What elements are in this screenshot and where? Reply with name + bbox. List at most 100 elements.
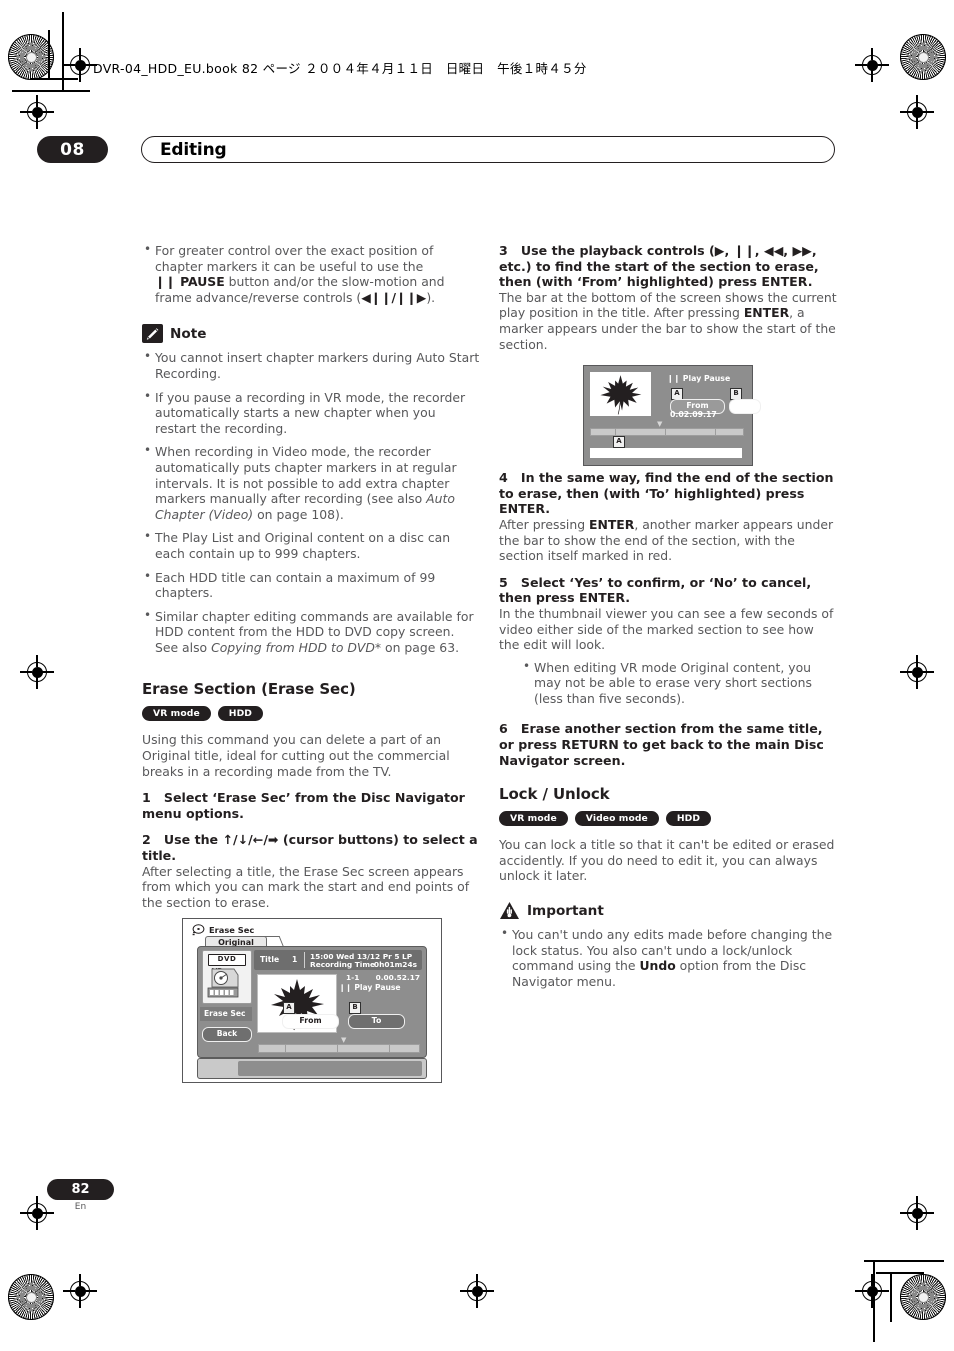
important-label: Important: [527, 902, 604, 919]
list-item: You can't undo any edits made before cha…: [499, 926, 837, 989]
chapter-title-bar: Editing: [141, 136, 835, 163]
step-6-number: 6: [499, 721, 508, 737]
pencil-icon: [142, 324, 163, 344]
title-label: Title: [260, 955, 280, 964]
chapter-number-badge: 08: [37, 136, 108, 163]
erase-sec-panel: DVD VR Erase Sec Back Title 1 15:00 Wed: [197, 946, 427, 1058]
chapter-reference: 1-1: [346, 973, 360, 982]
page-number-badge: 82: [47, 1179, 114, 1200]
divider: [304, 952, 305, 968]
registration-cross-bottom-left-edge: [63, 1274, 97, 1308]
to-button[interactable]: To: [348, 1014, 405, 1029]
crop-mark: [890, 1274, 892, 1322]
crop-mark: [48, 30, 50, 78]
back-button[interactable]: Back: [202, 1027, 252, 1042]
intro-bullet-list: For greater control over the exact posit…: [142, 242, 480, 305]
step-4-number: 4: [499, 470, 508, 486]
list-item: The Play List and Original content on a …: [142, 529, 480, 561]
disc-type-indicator: DVD VR: [202, 950, 252, 1004]
note-label: Note: [170, 325, 207, 342]
step-3-body: The bar at the bottom of the screen show…: [499, 289, 837, 352]
marker-tag-b: B: [349, 1002, 361, 1014]
list-item: When recording in Video mode, the record…: [142, 443, 480, 522]
seek-bar[interactable]: [590, 428, 744, 436]
note-bullet-list: You cannot insert chapter markers during…: [142, 349, 480, 655]
screenshot-marker-view: ❙❙ Play Pause A B From 0.02.09.17 ▼ A: [583, 365, 761, 466]
crop-mark: [62, 12, 64, 90]
crop-mark: [12, 90, 90, 92]
registration-cross-top-right: [855, 48, 889, 82]
playhead-marker: ▼: [341, 1036, 347, 1044]
step-3-heading: 3 Use the playback controls (▶, ❙❙, ◀◀, …: [499, 243, 819, 290]
mode-pill-group-erase: VR mode HDD: [142, 706, 480, 722]
video-thumbnail: [590, 372, 651, 416]
step-2-number: 2: [142, 832, 151, 848]
recording-duration: 0h01m24s: [373, 960, 417, 969]
registration-cross-top-left: [63, 48, 97, 82]
list-item: Each HDD title can contain a maximum of …: [142, 568, 480, 601]
playhead-marker: ▼: [657, 420, 663, 428]
section-intro-erase: Using this command you can delete a part…: [142, 732, 450, 779]
list-item: If you pause a recording in VR mode, the…: [142, 389, 480, 437]
maple-leaf-graphic: [600, 375, 642, 415]
step-5-text: Select ‘Yes’ to confirm, or ‘No’ to canc…: [499, 574, 812, 606]
crop-mark: [873, 1262, 875, 1342]
title-info-bar: Title 1 15:00 Wed 13/12 Pr 5 LP Recordin…: [254, 950, 422, 970]
crop-mark: [864, 1260, 944, 1262]
list-item: You cannot insert chapter markers during…: [142, 349, 480, 381]
registration-cross-top-left-lower: [20, 95, 54, 129]
right-column: 3 Use the playback controls (▶, ❙❙, ◀◀, …: [499, 243, 837, 997]
registration-cross-bottom-center: [460, 1274, 494, 1308]
registration-cross-mid-right: [900, 655, 934, 689]
note-heading: Note: [142, 324, 480, 344]
step-5-body: In the thumbnail viewer you can see a fe…: [499, 605, 834, 653]
step-5-heading: 5 Select ‘Yes’ to confirm, or ‘No’ to ca…: [499, 575, 837, 606]
registration-cross-bottom-right: [900, 1196, 934, 1230]
status-bar-fill: [238, 1061, 422, 1076]
mode-pill-vr: VR mode: [499, 811, 568, 827]
section-heading-erase-section: Erase Section (Erase Sec): [142, 680, 356, 699]
screenshot-title-label: Erase Sec: [209, 925, 255, 935]
step-4-body: After pressing ENTER, another marker app…: [499, 516, 834, 564]
left-column: For greater control over the exact posit…: [142, 242, 480, 910]
step-5-number: 5: [499, 574, 508, 590]
disc-film-graphic: [207, 968, 239, 998]
list-item: When editing VR mode Original content, y…: [521, 659, 837, 707]
recording-time-label: Recording Time: [310, 960, 376, 969]
language-label: En: [74, 1202, 87, 1212]
step-6-text: Erase another section from the same titl…: [499, 721, 824, 768]
from-button[interactable]: From: [282, 1014, 339, 1029]
registration-star-bottom-right: [900, 1274, 946, 1320]
status-bar: [197, 1058, 427, 1079]
mode-pill-hdd: HDD: [217, 706, 264, 722]
screenshot-window-title: Erase Sec: [192, 924, 254, 936]
playback-status: ❙❙ Play Pause: [339, 983, 401, 992]
title-number: 1: [292, 955, 298, 964]
seek-bar-marker-a: A: [613, 436, 625, 448]
step-2-body: After selecting a title, the Erase Sec s…: [142, 863, 470, 910]
to-button[interactable]: [729, 399, 761, 414]
step-6-heading: 6 Erase another section from the same ti…: [499, 721, 837, 768]
step-4-text: In the same way, find the end of the sec…: [499, 470, 834, 517]
step-2-heading: 2 Use the ↑/↓/←/➡ (cursor buttons) to se…: [142, 832, 480, 863]
side-menu-erase-sec[interactable]: Erase Sec: [200, 1007, 252, 1021]
crop-mark: [876, 1272, 924, 1274]
list-item: For greater control over the exact posit…: [142, 242, 480, 305]
registration-star-top-right: [900, 34, 946, 80]
step-2-text: Use the ↑/↓/←/➡ (cursor buttons) to sele…: [142, 832, 478, 864]
timecode-display: 0.02.09.17: [670, 410, 717, 419]
mode-pill-vr: VR mode: [142, 706, 211, 722]
disc-icon: [192, 924, 205, 936]
step-5-sub-bullets: When editing VR mode Original content, y…: [521, 659, 837, 707]
screenshot-erase-sec: Erase Sec Original DVD VR Erase Sec Back: [182, 918, 442, 1083]
step-1-heading: 1 Select ‘Erase Sec’ from the Disc Navig…: [142, 790, 480, 821]
timecode-display: 0.00.52.17: [375, 973, 420, 982]
bottom-white-bar: [590, 448, 742, 458]
marker-tag-a: A: [283, 1002, 295, 1014]
step-4-heading: 4 In the same way, find the end of the s…: [499, 470, 837, 517]
section-heading-lock-unlock: Lock / Unlock: [499, 785, 610, 804]
important-heading: Important: [499, 901, 837, 920]
crop-mark: [30, 78, 78, 80]
mode-pill-video: Video mode: [574, 811, 659, 827]
seek-bar[interactable]: [258, 1044, 420, 1053]
